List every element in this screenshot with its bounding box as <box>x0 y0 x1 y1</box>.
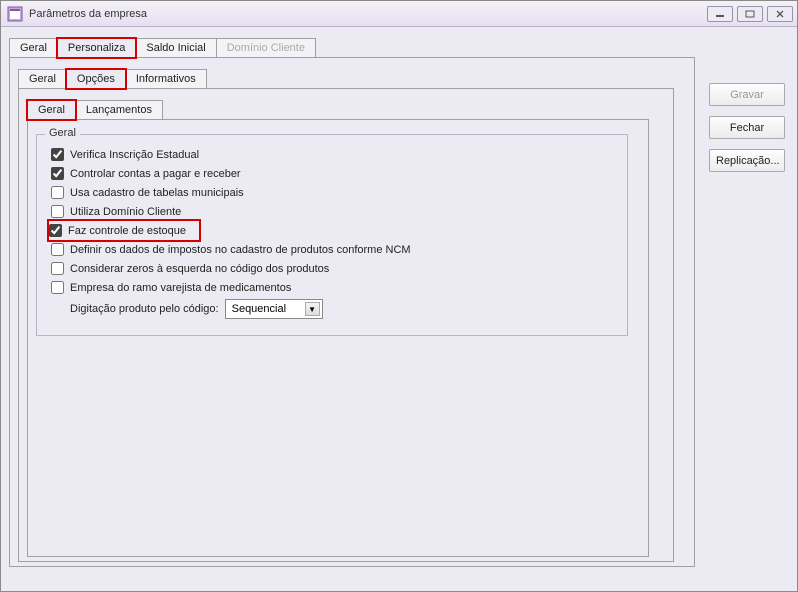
tabbody-level2: Geral Lançamentos Geral Verifica Inscriç… <box>18 88 674 562</box>
window-title: Parâmetros da empresa <box>29 8 707 20</box>
tabs-level2: Geral Opções Informativos <box>18 66 686 88</box>
row-estoque: Faz controle de estoque <box>49 221 199 240</box>
row-verifica: Verifica Inscrição Estadual <box>51 145 617 164</box>
tab-dominio-cliente[interactable]: Domínio Cliente <box>216 38 316 57</box>
tab-geral-l1[interactable]: Geral <box>9 38 58 57</box>
chk-dominio[interactable] <box>51 205 64 218</box>
chevron-down-icon: ▼ <box>305 302 320 316</box>
tab-personaliza[interactable]: Personaliza <box>57 38 136 58</box>
row-zeros: Considerar zeros à esquerda no código do… <box>51 259 617 278</box>
tab-opcoes[interactable]: Opções <box>66 69 126 89</box>
side-buttons: Gravar Fechar Replicação... <box>709 83 785 172</box>
maximize-button[interactable] <box>737 6 763 22</box>
tabs-level3: Geral Lançamentos <box>27 97 665 119</box>
lbl-dropdown: Digitação produto pelo código: <box>70 303 219 315</box>
tab-informativos[interactable]: Informativos <box>125 69 207 88</box>
row-controlar: Controlar contas a pagar e receber <box>51 164 617 183</box>
chk-verifica[interactable] <box>51 148 64 161</box>
chk-estoque[interactable] <box>49 224 62 237</box>
replicate-button[interactable]: Replicação... <box>709 149 785 172</box>
fieldset-geral: Geral Verifica Inscrição Estadual Contro… <box>36 134 628 336</box>
dropdown-value: Sequencial <box>232 303 286 315</box>
row-dominio: Utiliza Domínio Cliente <box>51 202 617 221</box>
tab-geral-l2[interactable]: Geral <box>18 69 67 88</box>
chk-varejista[interactable] <box>51 281 64 294</box>
row-varejista: Empresa do ramo varejista de medicamento… <box>51 278 617 297</box>
fieldset-legend: Geral <box>45 127 80 139</box>
tabbody-level1: Geral Opções Informativos Geral Lançamen… <box>9 57 695 567</box>
tab-lancamentos[interactable]: Lançamentos <box>75 100 163 119</box>
close-dialog-button[interactable]: Fechar <box>709 116 785 139</box>
lbl-controlar[interactable]: Controlar contas a pagar e receber <box>70 168 241 180</box>
close-button[interactable] <box>767 6 793 22</box>
tabbody-level3: Geral Verifica Inscrição Estadual Contro… <box>27 119 649 557</box>
chk-cadastro[interactable] <box>51 186 64 199</box>
row-dropdown: Digitação produto pelo código: Sequencia… <box>51 299 617 319</box>
tab-saldo-inicial[interactable]: Saldo Inicial <box>135 38 216 57</box>
titlebar: Parâmetros da empresa <box>1 1 797 27</box>
app-icon <box>7 6 23 22</box>
window-buttons <box>707 6 793 22</box>
lbl-varejista[interactable]: Empresa do ramo varejista de medicamento… <box>70 282 291 294</box>
dropdown-digitacao[interactable]: Sequencial ▼ <box>225 299 323 319</box>
lbl-estoque[interactable]: Faz controle de estoque <box>68 225 186 237</box>
chk-zeros[interactable] <box>51 262 64 275</box>
row-ncm: Definir os dados de impostos no cadastro… <box>51 240 617 259</box>
lbl-cadastro[interactable]: Usa cadastro de tabelas municipais <box>70 187 244 199</box>
client-area: Gravar Fechar Replicação... Geral Person… <box>1 27 797 591</box>
tab-geral-l3[interactable]: Geral <box>27 100 76 120</box>
save-button[interactable]: Gravar <box>709 83 785 106</box>
lbl-verifica[interactable]: Verifica Inscrição Estadual <box>70 149 199 161</box>
lbl-dominio[interactable]: Utiliza Domínio Cliente <box>70 206 181 218</box>
minimize-button[interactable] <box>707 6 733 22</box>
tabs-level1: Geral Personaliza Saldo Inicial Domínio … <box>9 35 789 57</box>
chk-controlar[interactable] <box>51 167 64 180</box>
lbl-ncm[interactable]: Definir os dados de impostos no cadastro… <box>70 244 411 256</box>
lbl-zeros[interactable]: Considerar zeros à esquerda no código do… <box>70 263 329 275</box>
chk-ncm[interactable] <box>51 243 64 256</box>
row-cadastro: Usa cadastro de tabelas municipais <box>51 183 617 202</box>
